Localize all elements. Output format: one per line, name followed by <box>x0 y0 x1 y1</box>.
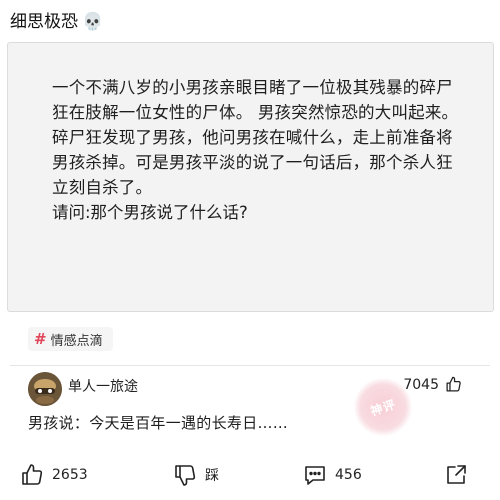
hash-icon: # <box>34 330 47 348</box>
comment-button[interactable]: 456 <box>303 463 362 487</box>
dislike-label: 踩 <box>205 468 219 484</box>
comment-username[interactable]: 单人一旅途 <box>68 376 138 396</box>
stamp-text: 神评 <box>368 396 398 419</box>
comment-text: 男孩说：今天是百年一遇的长寿日…… <box>28 414 289 432</box>
comment-count: 456 <box>335 467 362 483</box>
topic-tag[interactable]: # 情感点滴 <box>28 327 113 351</box>
comment-icon <box>305 466 325 485</box>
thumbs-up-icon <box>22 464 43 485</box>
post-page: 细思极恐 💀 一个不满八岁的小男孩亲眼目睹了一位极其残暴的碎尸狂在肢解一位女性的… <box>0 0 500 500</box>
comment-like-count: 7045 <box>403 376 439 393</box>
share-button[interactable] <box>444 463 468 487</box>
dislike-button[interactable]: 踩 <box>173 463 219 487</box>
question-body: 一个不满八岁的小男孩亲眼目睹了一位极其残暴的碎尸狂在肢解一位女性的尸体。 男孩突… <box>52 78 459 197</box>
skull-icon: 💀 <box>82 12 104 32</box>
thumbs-up-icon <box>446 376 461 392</box>
post-title-row: 细思极恐 💀 <box>10 8 103 36</box>
share-icon <box>447 465 466 484</box>
like-count: 2653 <box>52 467 88 483</box>
action-bar: 2653 踩 456 <box>0 458 500 492</box>
divider <box>10 365 490 366</box>
topic-tag-label: 情感点滴 <box>50 333 103 349</box>
avatar[interactable] <box>28 372 62 406</box>
question-card: 一个不满八岁的小男孩亲眼目睹了一位极其残暴的碎尸狂在肢解一位女性的尸体。 男孩突… <box>7 42 494 312</box>
post-title: 细思极恐 <box>10 12 78 32</box>
question-ask: 请问:那个男孩说了什么话? <box>52 203 248 222</box>
like-button[interactable]: 2653 <box>20 463 88 487</box>
comment-like-button[interactable]: 7045 <box>403 376 462 393</box>
thumbs-down-icon <box>175 465 196 486</box>
